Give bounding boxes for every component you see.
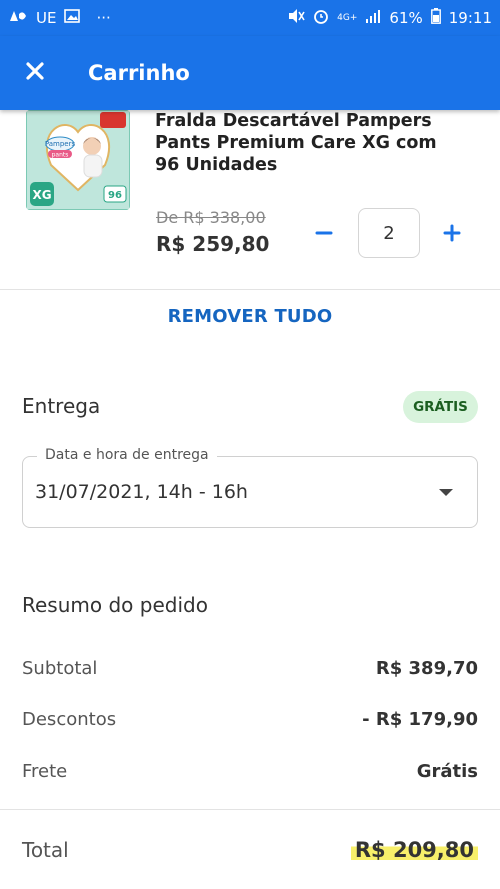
notification-icon <box>8 8 28 28</box>
summary-row-value: Grátis <box>416 761 478 782</box>
free-shipping-badge: GRÁTIS <box>403 391 478 423</box>
carrier-label: UE <box>36 9 57 27</box>
page-title: Carrinho <box>88 61 190 85</box>
battery-label: 61% <box>389 9 423 27</box>
app-bar: Carrinho <box>0 36 500 110</box>
price: R$ 259,80 <box>156 232 270 256</box>
summary-row-subtotal: Subtotal R$ 389,70 <box>22 658 478 679</box>
dropdown-arrow-icon <box>439 489 453 496</box>
old-price-value: R$ 338,00 <box>183 208 266 227</box>
close-button[interactable] <box>0 36 70 110</box>
minus-icon <box>315 216 333 249</box>
product-name[interactable]: Fralda Descartável Pampers Pants Premium… <box>155 110 455 176</box>
product-count: 96 <box>108 190 122 201</box>
clock: 19:11 <box>448 9 492 27</box>
mute-icon <box>287 8 305 28</box>
delivery-date-label: Data e hora de entrega <box>37 447 217 463</box>
image-icon <box>64 9 81 27</box>
summary-row-label: Subtotal <box>22 658 98 679</box>
summary-row-discounts: Descontos - R$ 179,90 <box>22 709 478 730</box>
alarm-icon <box>313 8 329 28</box>
remove-all-button[interactable]: REMOVER TUDO <box>0 306 500 327</box>
more-notifications: ··· <box>96 9 111 27</box>
close-icon <box>25 61 45 85</box>
total-row: Total R$ 209,80 <box>22 838 478 862</box>
old-price-prefix: De <box>156 208 184 227</box>
summary-row-value: R$ 389,70 <box>375 658 478 679</box>
summary-row-label: Frete <box>22 761 68 782</box>
network-label: 4G+ <box>337 13 358 23</box>
cart-item: Pampers pants XG 96 Fralda Descartável P… <box>0 110 500 290</box>
increase-quantity-button[interactable] <box>434 214 470 250</box>
delivery-date-value: 31/07/2021, 14h - 16h <box>35 481 248 503</box>
plus-icon <box>443 216 461 249</box>
old-price-text: De R$ 338,00 <box>156 208 266 227</box>
product-size: XG <box>32 188 51 202</box>
status-bar: UE ··· 4G+ 61% 19:11 <box>0 0 500 36</box>
decrease-quantity-button[interactable] <box>306 214 342 250</box>
divider <box>0 809 500 810</box>
product-image[interactable]: Pampers pants XG 96 <box>26 110 130 210</box>
product-subbrand: pants <box>52 152 69 159</box>
summary-row-shipping: Frete Grátis <box>22 761 478 782</box>
summary-row-label: Descontos <box>22 709 117 730</box>
delivery-title: Entrega <box>22 394 101 418</box>
total-value: R$ 209,80 <box>350 838 478 862</box>
quantity-field[interactable]: 2 <box>358 208 420 258</box>
signal-icon <box>365 9 381 27</box>
summary-title: Resumo do pedido <box>22 593 208 617</box>
total-label: Total <box>22 838 69 862</box>
battery-icon <box>430 8 441 28</box>
product-brand: Pampers <box>45 140 76 148</box>
old-price: De R$ 338,00 <box>156 208 266 227</box>
summary-row-value: - R$ 179,90 <box>362 709 478 730</box>
delivery-date-select[interactable]: Data e hora de entrega 31/07/2021, 14h -… <box>22 447 478 528</box>
